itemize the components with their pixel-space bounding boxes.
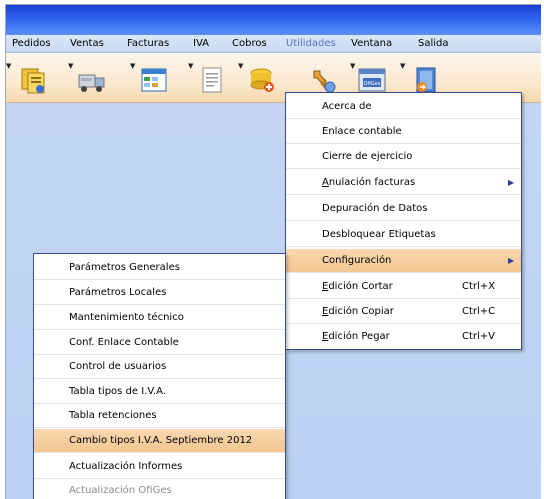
menu-ventas[interactable]: Ventas bbox=[70, 38, 104, 49]
menu-item-conf-enlace-contable[interactable]: Conf. Enlace Contable bbox=[34, 331, 285, 355]
dropdown-arrow-icon[interactable]: ▼ bbox=[238, 63, 243, 70]
toolbar-button-spreadsheet[interactable]: ▼ bbox=[126, 59, 170, 97]
utilidades-dropdown-menu: Acerca de Enlace contable Cierre de ejer… bbox=[285, 92, 522, 350]
menu-item-actualizacion-ofiges: Actualización OfiGes bbox=[34, 479, 285, 499]
menu-item-label: Edición Cortar bbox=[322, 281, 393, 292]
dropdown-arrow-icon[interactable]: ▼ bbox=[350, 63, 355, 70]
menu-item-label: Parámetros Generales bbox=[69, 262, 180, 273]
shortcut-label: Ctrl+C bbox=[462, 306, 496, 317]
menu-item-label: Desbloquear Etiquetas bbox=[322, 229, 436, 240]
menu-item-label: Cambio tipos I.V.A. Septiembre 2012 bbox=[69, 435, 253, 446]
menu-item-label: Acerca de bbox=[322, 101, 372, 112]
menu-item-actualizacion-informes[interactable]: Actualización Informes bbox=[34, 455, 285, 479]
configuracion-submenu: Parámetros Generales Parámetros Locales … bbox=[33, 253, 286, 499]
utilities-tools-icon bbox=[313, 70, 336, 93]
dropdown-arrow-icon[interactable]: ▼ bbox=[6, 63, 11, 70]
menu-utilidades[interactable]: Utilidades bbox=[286, 38, 336, 49]
shortcut-label: Ctrl+X bbox=[462, 281, 496, 292]
menu-item-label: Conf. Enlace Contable bbox=[69, 337, 179, 348]
menu-item-enlace-contable[interactable]: Enlace contable bbox=[286, 120, 521, 144]
menu-item-mantenimiento-tecnico[interactable]: Mantenimiento técnico bbox=[34, 306, 285, 330]
menu-item-label: Enlace contable bbox=[322, 126, 402, 137]
menu-item-parametros-locales[interactable]: Parámetros Locales bbox=[34, 281, 285, 305]
menu-facturas[interactable]: Facturas bbox=[127, 38, 169, 49]
menu-iva[interactable]: IVA bbox=[193, 38, 209, 49]
menu-item-desbloquear-etiquetas[interactable]: Desbloquear Etiquetas bbox=[286, 223, 521, 247]
menu-item-label: Cierre de ejercicio bbox=[322, 151, 413, 162]
menu-pedidos[interactable]: Pedidos bbox=[12, 38, 51, 49]
spreadsheet-icon bbox=[141, 68, 167, 92]
menu-item-edicion-cortar[interactable]: Edición Cortar Ctrl+X bbox=[286, 275, 521, 299]
menu-item-label: Parámetros Locales bbox=[69, 287, 167, 298]
menu-item-parametros-generales[interactable]: Parámetros Generales bbox=[34, 256, 285, 280]
menu-item-edicion-pegar[interactable]: Edición Pegar Ctrl+V bbox=[286, 325, 521, 349]
menu-ventana[interactable]: Ventana bbox=[351, 38, 392, 49]
dropdown-arrow-icon[interactable]: ▼ bbox=[188, 63, 193, 70]
menu-salida[interactable]: Salida bbox=[418, 38, 449, 49]
ofiges-badge-text: OfiGes bbox=[364, 81, 381, 87]
menu-item-label: Anulación facturas bbox=[322, 177, 416, 188]
menu-item-label: Configuración bbox=[322, 255, 392, 266]
menu-item-label: Control de usuarios bbox=[69, 361, 167, 372]
toolbar-button-documents[interactable]: ▼ bbox=[6, 59, 50, 97]
menu-item-tabla-retenciones[interactable]: Tabla retenciones bbox=[34, 404, 285, 428]
shortcut-label: Ctrl+V bbox=[462, 331, 496, 342]
menu-cobros[interactable]: Cobros bbox=[232, 38, 267, 49]
menu-item-label: Mantenimiento técnico bbox=[69, 312, 184, 323]
menu-item-anulacion-facturas[interactable]: Anulación facturas ▶ bbox=[286, 171, 521, 195]
menu-item-configuracion[interactable]: Configuración ▶ bbox=[286, 249, 521, 273]
menu-item-label: Edición Copiar bbox=[322, 306, 394, 317]
toolbar-button-report[interactable]: ▼ bbox=[184, 59, 228, 97]
coins-icon bbox=[250, 68, 274, 92]
dropdown-arrow-icon[interactable]: ▼ bbox=[68, 63, 73, 70]
menu-item-acerca-de[interactable]: Acerca de bbox=[286, 95, 521, 119]
report-icon bbox=[202, 67, 222, 93]
toolbar-button-cobros[interactable]: ▼ bbox=[234, 59, 278, 97]
menu-item-label: Depuración de Datos bbox=[322, 203, 428, 214]
delivery-truck-icon bbox=[78, 74, 105, 92]
menu-item-label: Actualización Informes bbox=[69, 461, 183, 472]
menu-item-label: Edición Pegar bbox=[322, 331, 390, 342]
dropdown-arrow-icon[interactable]: ▼ bbox=[130, 63, 135, 70]
title-bar bbox=[6, 5, 541, 35]
toolbar-button-delivery[interactable]: ▼ bbox=[64, 59, 108, 97]
exit-icon bbox=[416, 67, 436, 93]
dropdown-arrow-icon[interactable]: ▼ bbox=[400, 63, 405, 70]
submenu-arrow-icon: ▶ bbox=[508, 178, 515, 187]
menu-item-tabla-tipos-iva[interactable]: Tabla tipos de I.V.A. bbox=[34, 380, 285, 404]
menu-bar: Pedidos Ventas Facturas IVA Cobros Utili… bbox=[6, 35, 541, 53]
menu-item-label: Tabla retenciones bbox=[69, 410, 157, 421]
menu-item-label: Actualización OfiGes bbox=[69, 485, 172, 496]
documents-icon bbox=[21, 68, 45, 94]
menu-item-depuracion-datos[interactable]: Depuración de Datos bbox=[286, 197, 521, 221]
menu-item-label: Tabla tipos de I.V.A. bbox=[69, 386, 166, 397]
submenu-arrow-icon: ▶ bbox=[508, 256, 515, 265]
ofiges-window-icon: OfiGes bbox=[358, 68, 386, 92]
menu-item-edicion-copiar[interactable]: Edición Copiar Ctrl+C bbox=[286, 300, 521, 324]
menu-item-control-usuarios[interactable]: Control de usuarios bbox=[34, 355, 285, 379]
menu-item-cierre-ejercicio[interactable]: Cierre de ejercicio bbox=[286, 145, 521, 169]
menu-item-cambio-tipos-iva[interactable]: Cambio tipos I.V.A. Septiembre 2012 bbox=[34, 429, 285, 453]
